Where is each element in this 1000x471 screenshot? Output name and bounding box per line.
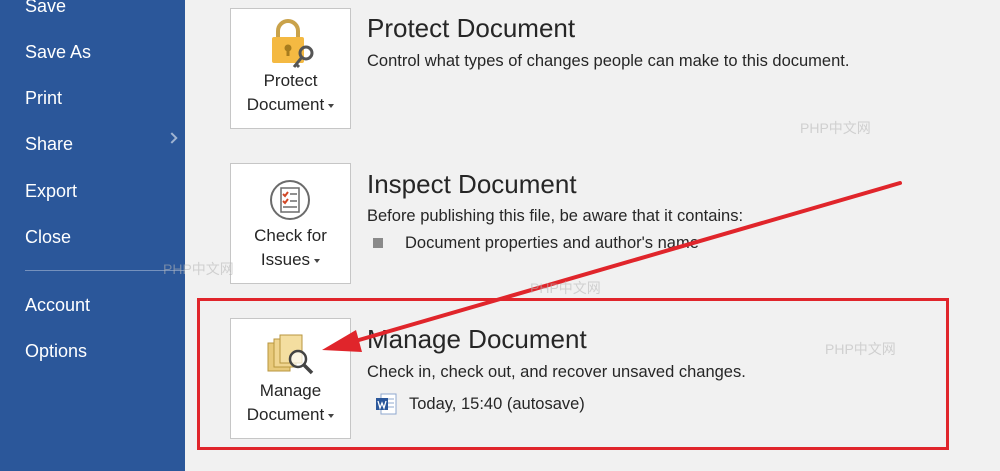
inspect-document-title: Inspect Document bbox=[367, 169, 577, 199]
checklist-icon bbox=[270, 180, 310, 220]
manage-document-title: Manage Document bbox=[367, 324, 587, 354]
nav-item-account[interactable]: Account bbox=[25, 293, 90, 317]
protect-document-description: Control what types of changes people can… bbox=[367, 52, 850, 70]
caret-down-icon bbox=[328, 103, 335, 108]
chevron-right-icon bbox=[166, 132, 178, 144]
bullet-icon bbox=[373, 238, 383, 248]
nav-item-save-as[interactable]: Save As bbox=[25, 40, 91, 64]
caret-down-icon bbox=[328, 413, 335, 418]
word-document-icon bbox=[376, 393, 397, 415]
manage-document-label-1: Manage bbox=[259, 381, 322, 400]
nav-item-export[interactable]: Export bbox=[25, 179, 77, 203]
caret-down-icon bbox=[314, 258, 321, 263]
manage-document-description: Check in, check out, and recover unsaved… bbox=[367, 363, 746, 381]
nav-item-close[interactable]: Close bbox=[25, 225, 71, 249]
protect-document-label-1: Protect bbox=[263, 71, 318, 90]
folder-search-icon bbox=[267, 334, 314, 375]
manage-document-button[interactable]: Manage Document bbox=[230, 318, 351, 439]
nav-item-save[interactable]: Save bbox=[25, 0, 66, 18]
version-label: Today, 15:40 (autosave) bbox=[409, 395, 585, 413]
inspect-document-description: Before publishing this file, be aware th… bbox=[367, 207, 744, 225]
protect-document-title: Protect Document bbox=[367, 13, 576, 43]
protect-document-button[interactable]: Protect Document bbox=[230, 8, 351, 129]
lock-key-icon bbox=[272, 19, 314, 69]
backstage-sidebar: Save Save As Print Share Export Close Ac… bbox=[0, 0, 185, 471]
nav-item-share[interactable]: Share bbox=[25, 132, 73, 156]
check-for-issues-label-1: Check for bbox=[254, 226, 327, 245]
check-for-issues-label-2: Issues bbox=[260, 250, 311, 269]
check-for-issues-button[interactable]: Check for Issues bbox=[230, 163, 351, 284]
nav-item-print[interactable]: Print bbox=[25, 86, 62, 110]
inspect-document-bullet: Document properties and author's name bbox=[405, 234, 699, 252]
sidebar-divider bbox=[25, 270, 185, 271]
info-panel: Protect Document Protect Document Contro… bbox=[185, 0, 1000, 471]
nav-item-options[interactable]: Options bbox=[25, 339, 87, 363]
manage-document-label-2: Document bbox=[246, 405, 325, 424]
protect-document-label-2: Document bbox=[246, 95, 325, 114]
